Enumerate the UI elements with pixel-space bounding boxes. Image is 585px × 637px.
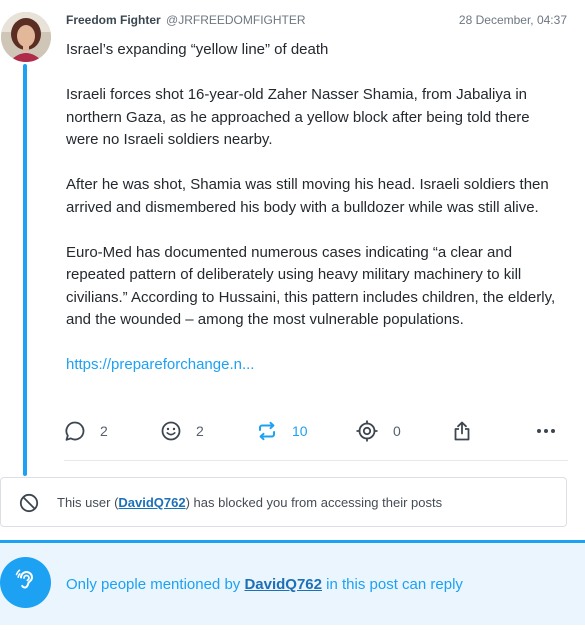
more-icon [536,420,556,442]
target-count: 0 [393,423,401,439]
reply-restriction-prefix: Only people mentioned by [66,576,245,593]
reply-count: 2 [100,423,108,439]
ear-icon [13,567,39,598]
ban-icon [19,493,39,518]
blocked-suffix: ) has blocked you from accessing their p… [185,495,443,510]
share-button[interactable] [451,418,473,444]
post-paragraph: Israeli forces shot 16-year-old Zaher Na… [66,86,530,148]
reply-restriction-suffix: in this post can reply [322,576,463,593]
post-paragraph: After he was shot, Shamia was still movi… [66,176,549,216]
post-link[interactable]: https://prepareforchange.n... [66,356,254,373]
blocked-notice-text: This user (DavidQ762) has blocked you fr… [57,495,442,510]
repost-button[interactable]: 10 [256,418,308,444]
smiley-icon [160,420,182,442]
target-icon [355,419,379,443]
comment-icon [64,420,86,442]
blocked-username-link[interactable]: DavidQ762 [118,495,185,510]
reply-restriction-bar: Only people mentioned by DavidQ762 in th… [0,540,585,625]
more-options-button[interactable] [536,418,556,444]
reply-restriction-text: Only people mentioned by DavidQ762 in th… [66,576,463,593]
post-timestamp[interactable]: 28 December, 04:37 [459,13,567,27]
post-body: Israel’s expanding “yellow line” of deat… [66,39,566,399]
author-handle[interactable]: @JRFREEDOMFIGHTER [166,13,306,27]
reply-restriction-username-link[interactable]: DavidQ762 [244,576,322,593]
actions-divider [64,460,568,461]
repost-icon [256,420,278,442]
reply-restriction-badge [0,557,51,608]
blocked-prefix: This user ( [57,495,119,510]
avatar[interactable] [1,12,51,62]
post-paragraph: Euro-Med has documented numerous cases i… [66,243,556,329]
thread-line [23,64,27,476]
share-icon [451,420,473,442]
post-actions: 2 2 10 0 [64,418,568,444]
target-button[interactable]: 0 [355,418,401,444]
post-paragraph: Israel’s expanding “yellow line” of deat… [66,41,329,58]
react-button[interactable]: 2 [160,418,204,444]
post-card: Freedom Fighter @JRFREEDOMFIGHTER 28 Dec… [0,0,585,540]
author-name[interactable]: Freedom Fighter [66,13,161,27]
reply-button[interactable]: 2 [64,418,108,444]
post-header: Freedom Fighter @JRFREEDOMFIGHTER 28 Dec… [66,13,568,31]
repost-count: 10 [292,423,308,439]
reaction-count: 2 [196,423,204,439]
blocked-notice: This user (DavidQ762) has blocked you fr… [0,477,567,527]
